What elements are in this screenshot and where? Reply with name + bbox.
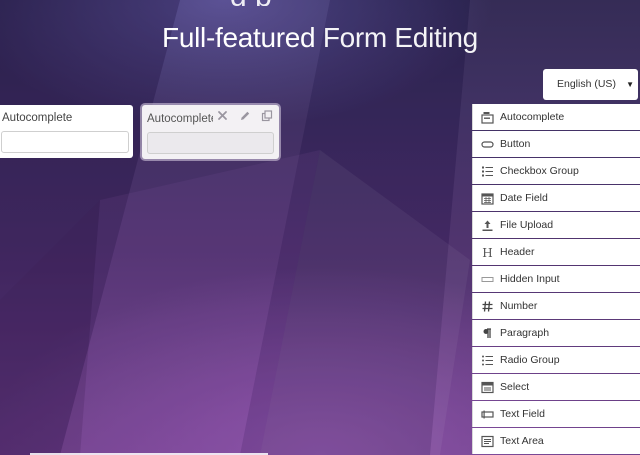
control-label: Number (500, 300, 538, 312)
header-icon: H (480, 245, 495, 260)
page-heading: Full-featured Form Editing (0, 22, 640, 54)
control-label: Text Field (500, 408, 545, 420)
field-label: Autocomplete (147, 113, 213, 125)
control-text-field[interactable]: Text Field (472, 401, 640, 427)
control-number[interactable]: Number (472, 293, 640, 319)
autocomplete-input[interactable] (1, 131, 129, 153)
control-label: Date Field (500, 192, 548, 204)
radio-group-icon (480, 353, 495, 368)
control-checkbox-group[interactable]: Checkbox Group (472, 158, 640, 184)
copy-icon[interactable] (260, 109, 273, 122)
pencil-icon[interactable] (238, 109, 251, 122)
autocomplete-input[interactable] (147, 132, 274, 154)
control-header[interactable]: H Header (472, 239, 640, 265)
button-icon (480, 137, 495, 152)
text-area-icon (480, 434, 495, 449)
close-icon[interactable] (216, 109, 229, 122)
field-label: Autocomplete (2, 112, 73, 124)
control-autocomplete[interactable]: Autocomplete (472, 104, 640, 130)
control-label: Paragraph (500, 327, 550, 339)
control-label: Autocomplete (500, 111, 565, 123)
control-label: Radio Group (500, 354, 560, 366)
page-title-partial: g p (0, 0, 640, 6)
control-button[interactable]: Button (472, 131, 640, 157)
language-selected-value: English (US) (557, 78, 616, 90)
control-label: Checkbox Group (500, 165, 579, 177)
control-label: Text Area (500, 435, 544, 447)
control-label: Select (500, 381, 530, 393)
form-field-autocomplete[interactable]: Autocomplete (0, 105, 133, 158)
paragraph-icon (480, 326, 495, 341)
svg-text:H: H (482, 246, 492, 259)
heading-light: Form Editing (322, 22, 478, 53)
control-palette: Autocomplete Button Checkbox Group Date … (472, 104, 640, 455)
hash-icon (480, 299, 495, 314)
text-field-icon (480, 407, 495, 422)
form-field-autocomplete-selected[interactable]: Autocomplete (142, 105, 279, 159)
heading-strong: Full-featured (162, 22, 316, 53)
control-label: File Upload (500, 219, 554, 231)
control-label: Button (500, 138, 531, 150)
control-text-area[interactable]: Text Area (472, 428, 640, 454)
control-date-field[interactable]: Date Field (472, 185, 640, 211)
control-radio-group[interactable]: Radio Group (472, 347, 640, 373)
language-select[interactable]: English (US) ▼ (543, 69, 638, 100)
dropdown-caret-icon: ▼ (626, 80, 634, 89)
control-hidden-input[interactable]: Hidden Input (472, 266, 640, 292)
field-actions (216, 109, 273, 122)
upload-icon (480, 218, 495, 233)
checkbox-group-icon (480, 164, 495, 179)
hidden-input-icon (480, 272, 495, 287)
select-icon (480, 380, 495, 395)
autocomplete-icon (480, 110, 495, 125)
calendar-icon (480, 191, 495, 206)
control-select[interactable]: Select (472, 374, 640, 400)
control-label: Hidden Input (500, 273, 560, 285)
control-file-upload[interactable]: File Upload (472, 212, 640, 238)
control-label: Header (500, 246, 535, 258)
control-paragraph[interactable]: Paragraph (472, 320, 640, 346)
